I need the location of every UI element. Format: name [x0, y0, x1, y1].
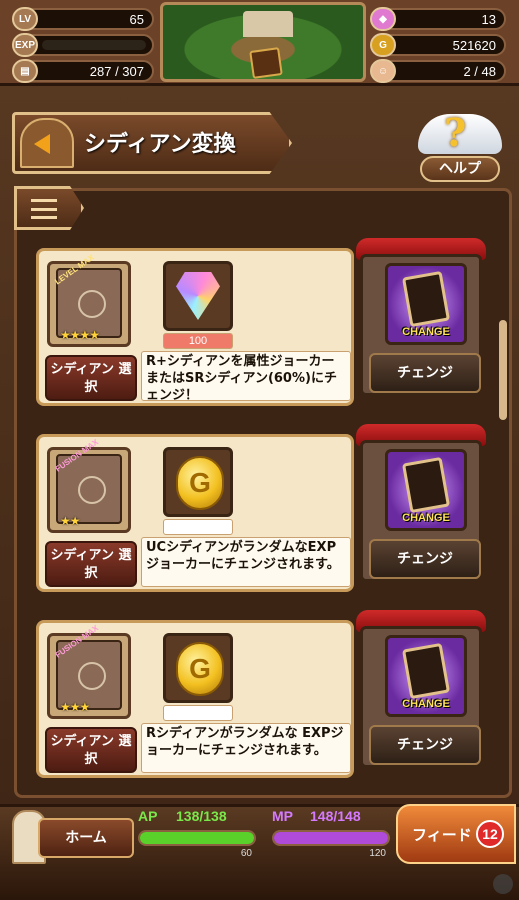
- change-card-label: CHANGE: [402, 698, 450, 710]
- card-emblem-icon: [78, 476, 106, 504]
- card-slot[interactable]: LEVEL MAX ★★★★: [47, 253, 131, 347]
- mp-bar-fill: [274, 832, 388, 844]
- mp-timer: 120: [369, 848, 386, 859]
- card-slot[interactable]: FUSION MAX ★★★: [47, 623, 131, 719]
- friend-count: 2 / 48: [463, 64, 496, 79]
- card-icon: [401, 642, 451, 700]
- card-count-display: ▤ 287 / 307: [12, 59, 154, 83]
- ap-bar: [138, 830, 256, 846]
- ap-meter: AP 138/138 60: [138, 808, 256, 864]
- change-action: CHANGE チェンジ: [356, 610, 486, 768]
- cost-icon-box: [163, 261, 233, 331]
- card-emblem-icon: [78, 662, 106, 690]
- page-title: シディアン変換: [84, 132, 236, 157]
- description: Rシディアンがランダムな EXPジョーカーにチェンジされます。: [141, 723, 351, 773]
- mp-bar: [272, 830, 390, 846]
- cost-icon-box: G: [163, 447, 233, 517]
- gem-display: ◆ 13: [370, 7, 506, 31]
- change-box: CHANGE チェンジ: [360, 440, 482, 582]
- ap-label: AP: [138, 808, 158, 824]
- feed-button[interactable]: フィード 12: [396, 804, 516, 864]
- change-card-label: CHANGE: [402, 512, 450, 524]
- friend-face-icon: ☺: [370, 59, 396, 83]
- level-value: 65: [129, 12, 144, 27]
- cost-value: 3000: [163, 705, 233, 721]
- exp-display: EXP: [12, 33, 154, 57]
- scrollbar[interactable]: [499, 320, 507, 420]
- mp-label: MP: [272, 808, 293, 824]
- ap-timer: 60: [240, 848, 252, 859]
- gem-icon: ◆: [370, 7, 396, 31]
- feed-count-badge: 12: [476, 820, 504, 848]
- board-icon: [249, 47, 283, 79]
- exp-bar: [42, 40, 146, 50]
- change-card-icon: CHANGE: [385, 263, 467, 345]
- change-button[interactable]: チェンジ: [369, 725, 481, 765]
- ap-value: 138/138: [176, 808, 227, 824]
- level-icon: LV: [12, 7, 38, 31]
- rarity-stars: ★★★: [60, 700, 90, 714]
- town-map-thumbnail[interactable]: [160, 2, 366, 82]
- ap-bar-fill: [140, 832, 254, 844]
- back-arrow-icon: [34, 134, 50, 154]
- level-display: LV 65: [12, 7, 154, 31]
- description: R+シディアンを属性ジョーカーまたはSRシディアン(60%)にチェンジ！: [141, 351, 351, 403]
- gem-count: 13: [481, 12, 496, 27]
- card-slot[interactable]: FUSION MAX ★★: [47, 437, 131, 533]
- help-button[interactable]: ? ヘルプ: [414, 108, 506, 186]
- rarity-stars: ★★★★: [60, 328, 100, 342]
- gold-coin-icon: G: [370, 33, 396, 57]
- change-button[interactable]: チェンジ: [369, 539, 481, 579]
- conversion-item: FUSION MAX ★★★ シディアン 選択 G 3000 Rシディアンがラン…: [36, 620, 354, 778]
- page-header: シディアン変換: [12, 112, 302, 174]
- change-card-icon: CHANGE: [385, 449, 467, 531]
- card-icon: [401, 456, 451, 514]
- status-bar: LV 65 EXP ▤ 287 / 307 ◆ 13 G 521620 ☺ 2 …: [0, 0, 519, 86]
- home-button[interactable]: ホーム: [8, 804, 136, 864]
- description: UCシディアンがランダムなEXPジョーカーにチェンジされます。: [141, 537, 351, 587]
- card-icon: [401, 270, 451, 328]
- select-button[interactable]: シディアン 選択: [45, 541, 137, 587]
- castle-icon: [243, 11, 293, 37]
- cost-icon-box: G: [163, 633, 233, 703]
- card-icon: ▤: [12, 59, 38, 83]
- watermark-icon: [493, 874, 513, 894]
- list-menu-button[interactable]: [14, 186, 84, 230]
- home-label: ホーム: [38, 818, 134, 858]
- change-card-icon: CHANGE: [385, 635, 467, 717]
- mp-value: 148/148: [310, 808, 361, 824]
- conversion-item: LEVEL MAX ★★★★ シディアン 選択 100 R+シディアンを属性ジョ…: [36, 248, 354, 406]
- conversion-item: FUSION MAX ★★ シディアン 選択 G 2500 UCシディアンがラン…: [36, 434, 354, 592]
- change-button[interactable]: チェンジ: [369, 353, 481, 393]
- card-count: 287 / 307: [89, 64, 144, 79]
- mp-meter: MP 148/148 120: [272, 808, 390, 864]
- select-button[interactable]: シディアン 選択: [45, 355, 137, 401]
- friend-display: ☺ 2 / 48: [370, 59, 506, 83]
- cost-value: 2500: [163, 519, 233, 535]
- question-icon: ?: [444, 110, 467, 155]
- gold-count: 521620: [452, 38, 496, 53]
- exp-icon: EXP: [12, 33, 38, 57]
- select-button[interactable]: シディアン 選択: [45, 727, 137, 773]
- rarity-stars: ★★: [60, 514, 80, 528]
- list-icon: [31, 199, 57, 219]
- change-card-label: CHANGE: [402, 326, 450, 338]
- change-action: CHANGE チェンジ: [356, 424, 486, 582]
- change-action: CHANGE チェンジ: [356, 238, 486, 396]
- help-label: ヘルプ: [420, 156, 500, 182]
- gold-coin-icon: G: [176, 456, 224, 510]
- change-box: CHANGE チェンジ: [360, 626, 482, 768]
- gold-display: G 521620: [370, 33, 506, 57]
- gem-icon: [176, 272, 220, 320]
- feed-label: フィード: [412, 826, 472, 844]
- change-box: CHANGE チェンジ: [360, 254, 482, 396]
- card-emblem-icon: [78, 290, 106, 318]
- back-button[interactable]: [20, 118, 74, 168]
- gold-coin-icon: G: [176, 642, 224, 696]
- cost-value: 100: [163, 333, 233, 349]
